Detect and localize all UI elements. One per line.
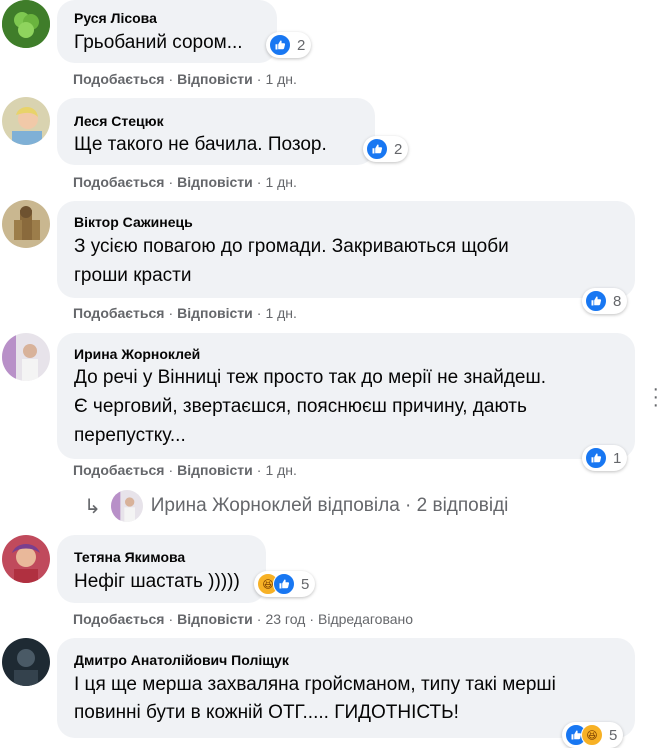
timestamp[interactable]: 1 дн. [265, 174, 296, 190]
like-button[interactable]: Подобається [73, 305, 164, 321]
reaction-count: 2 [297, 36, 306, 54]
avatar[interactable] [2, 200, 50, 248]
like-icon [585, 447, 607, 469]
avatar[interactable] [2, 97, 50, 145]
like-button[interactable]: Подобається [73, 462, 164, 478]
like-icon [585, 290, 607, 312]
avatar [110, 490, 143, 522]
avatar[interactable] [2, 333, 50, 381]
comment-text: До речі у Вінниці теж просто так до мері… [74, 367, 547, 388]
comment-actions: Подобається · Відповісти · 23 год · Відредагов… [73, 611, 414, 627]
comment-author[interactable]: Віктор Сажинець [74, 214, 193, 230]
reaction-summary[interactable]: 8 [582, 288, 628, 314]
like-button[interactable]: Подобається [73, 174, 164, 190]
timestamp[interactable]: 23 год [265, 611, 305, 627]
like-icon [269, 34, 291, 56]
avatar[interactable] [2, 638, 50, 686]
comment-text: Є черговий, звертаєшся, пояснюєш причину… [74, 396, 527, 417]
comment-author[interactable]: Ирина Жорноклей [74, 346, 200, 362]
more-options-icon[interactable]: · · · [652, 379, 659, 415]
comment-text: гроши красти [74, 265, 192, 286]
comment-author[interactable]: Леся Стецюк [74, 113, 164, 129]
timestamp[interactable]: 1 дн. [265, 305, 296, 321]
reaction-count: 8 [613, 292, 622, 310]
timestamp[interactable]: 1 дн. [265, 462, 296, 478]
comment-text: Нефіг шастать ))))) [74, 571, 240, 592]
reaction-count: 1 [613, 449, 622, 467]
reaction-count: 5 [301, 575, 310, 593]
reply-button[interactable]: Відповісти [177, 305, 253, 321]
reply-button[interactable]: Відповісти [177, 462, 253, 478]
timestamp[interactable]: 1 дн. [265, 71, 296, 87]
comment-actions: Подобається · Відповісти · 1 дн. [73, 462, 297, 478]
like-button[interactable]: Подобається [73, 611, 164, 627]
avatar[interactable] [2, 535, 50, 583]
reaction-summary[interactable]: 2 [363, 136, 409, 162]
avatar[interactable] [2, 0, 50, 48]
like-button[interactable]: Подобається [73, 71, 164, 87]
comment-author[interactable]: Руся Лісова [74, 10, 157, 26]
reaction-summary[interactable]: 1 [582, 445, 628, 471]
like-icon [366, 138, 388, 160]
haha-icon: 😆 [581, 724, 603, 746]
reaction-count: 2 [394, 140, 403, 158]
comment-actions: Подобається · Відповісти · 1 дн. [73, 305, 297, 321]
comment-text: Ще такого не бачила. Позор. [74, 134, 327, 155]
reaction-count: 5 [609, 726, 618, 744]
comment-actions: Подобається · Відповісти · 1 дн. [73, 174, 297, 190]
edited-label: Відредаговано [318, 611, 414, 627]
comment-text: перепустку... [74, 425, 186, 446]
comment-text: І ця ще мерша захваляна гройсманом, типу… [74, 674, 556, 695]
reply-button[interactable]: Відповісти [177, 174, 253, 190]
reply-button[interactable]: Відповісти [177, 71, 253, 87]
reaction-summary[interactable]: 😆 5 [254, 571, 316, 597]
comment-author[interactable]: Дмитро Анатолійович Поліщук [74, 652, 289, 668]
comment-actions: Подобається · Відповісти · 1 дн. [73, 71, 297, 87]
replies-summary[interactable]: Ирина Жорноклей відповіла · 2 відповіді [151, 495, 509, 517]
comment-author[interactable]: Тетяна Якимова [74, 549, 185, 565]
view-replies-link[interactable]: ↳ Ирина Жорноклей відповіла · 2 відповід… [84, 490, 508, 522]
comment-text: Грьобаний сором... [74, 32, 243, 53]
reply-button[interactable]: Відповісти [177, 611, 253, 627]
reply-arrow-icon: ↳ [84, 495, 101, 518]
comment-text: З усією повагою до громади. Закриваються… [74, 236, 509, 257]
comment-text: повинні бути в кожній ОТГ..... ГИДОТНІСТ… [74, 702, 459, 723]
reaction-summary[interactable]: 2 [266, 32, 312, 58]
like-icon [273, 573, 295, 595]
reaction-summary[interactable]: 😆 5 [562, 722, 624, 748]
